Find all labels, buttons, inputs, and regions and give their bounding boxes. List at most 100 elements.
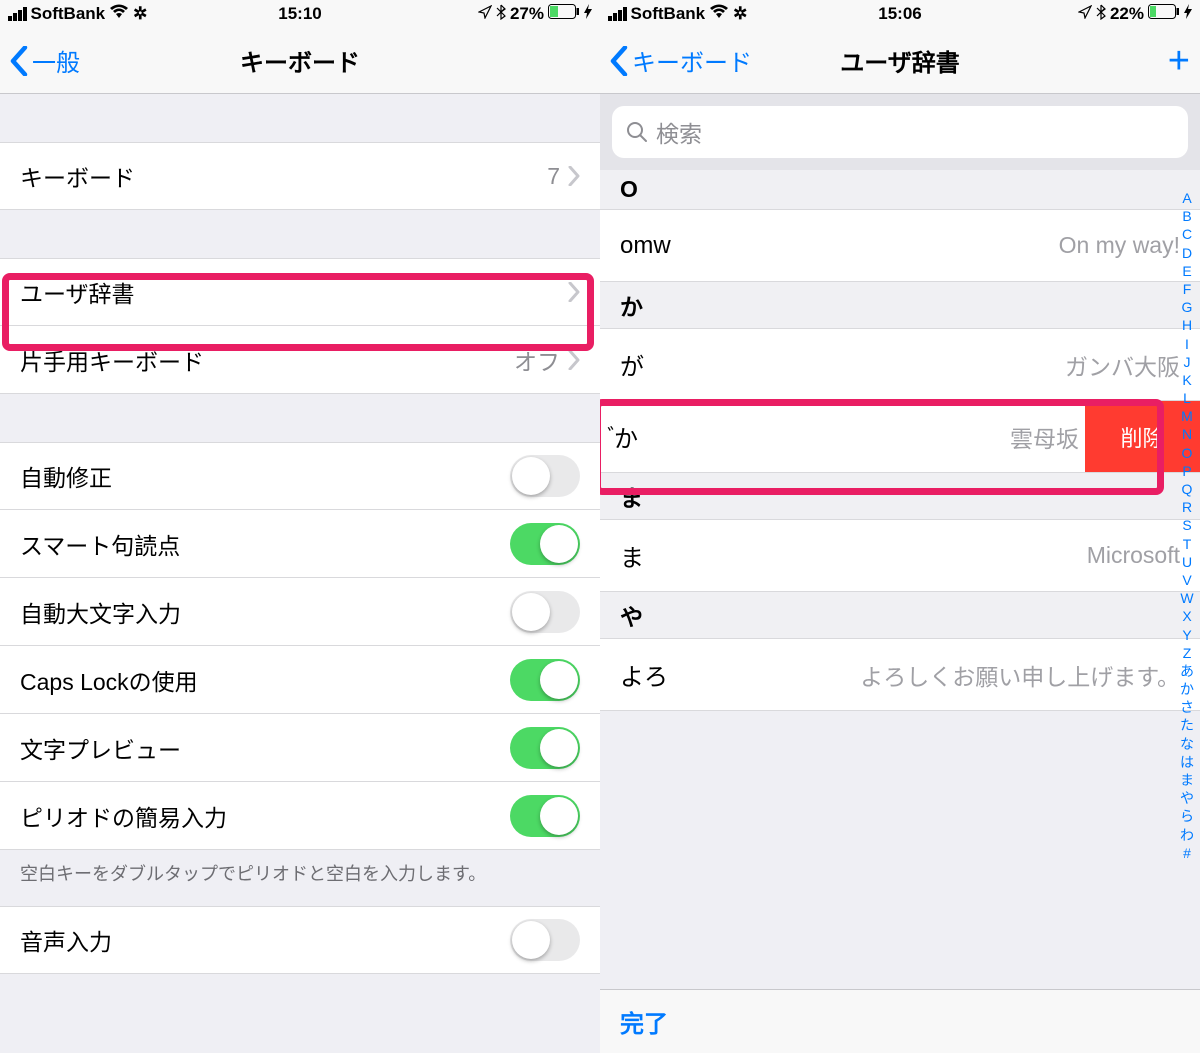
index-letter[interactable]: ら bbox=[1180, 807, 1194, 825]
index-letter[interactable]: I bbox=[1185, 335, 1189, 353]
back-button[interactable]: 一般 bbox=[10, 43, 80, 78]
index-letter[interactable]: あ bbox=[1180, 662, 1194, 680]
chevron-right-icon bbox=[568, 166, 580, 186]
index-letter[interactable]: わ bbox=[1180, 826, 1194, 844]
toggle-auto-correct[interactable] bbox=[510, 455, 580, 497]
index-letter[interactable]: O bbox=[1182, 444, 1193, 462]
section-footer: 空白キーをダブルタップでピリオドと空白を入力します。 bbox=[0, 850, 600, 896]
toggle-caps-lock[interactable] bbox=[510, 659, 580, 701]
signal-icon bbox=[608, 7, 627, 21]
index-letter[interactable]: S bbox=[1182, 516, 1191, 534]
loading-icon: ✲ bbox=[133, 4, 147, 24]
index-letter[interactable]: J bbox=[1184, 353, 1191, 371]
row-label: 片手用キーボード bbox=[20, 343, 514, 377]
index-letter[interactable]: K bbox=[1182, 371, 1191, 389]
row-auto-correct[interactable]: 自動修正 bbox=[0, 442, 600, 510]
index-letter[interactable]: V bbox=[1182, 571, 1191, 589]
carrier-label: SoftBank bbox=[31, 4, 106, 24]
done-button[interactable]: 完了 bbox=[620, 1004, 668, 1039]
index-letter[interactable]: D bbox=[1182, 244, 1192, 262]
battery-percent: 27% bbox=[510, 4, 544, 24]
index-letter[interactable]: T bbox=[1183, 535, 1192, 553]
index-letter[interactable]: Q bbox=[1182, 480, 1193, 498]
row-label: 自動修正 bbox=[20, 459, 510, 493]
bottom-toolbar: 完了 bbox=[600, 989, 1200, 1053]
wifi-icon bbox=[709, 4, 729, 24]
index-letter[interactable]: E bbox=[1182, 262, 1191, 280]
index-letter[interactable]: G bbox=[1182, 298, 1193, 316]
right-screen: SoftBank ✲ 15:06 22% キーボード bbox=[600, 0, 1200, 1053]
entry-row[interactable]: omw On my way! bbox=[600, 210, 1200, 282]
row-one-handed[interactable]: 片手用キーボード オフ bbox=[0, 326, 600, 394]
entry-shortcut: が bbox=[620, 347, 1065, 382]
row-period-shortcut[interactable]: ピリオドの簡易入力 bbox=[0, 782, 600, 850]
index-letter[interactable]: H bbox=[1182, 316, 1192, 334]
bluetooth-icon bbox=[496, 4, 506, 25]
index-letter[interactable]: は bbox=[1180, 753, 1194, 771]
search-input[interactable]: 検索 bbox=[612, 106, 1188, 158]
index-letter[interactable]: や bbox=[1180, 789, 1194, 807]
index-letter[interactable]: Z bbox=[1183, 644, 1192, 662]
index-letter[interactable]: さ bbox=[1180, 698, 1194, 716]
row-label: Caps Lockの使用 bbox=[20, 663, 510, 697]
index-letter[interactable]: B bbox=[1182, 207, 1191, 225]
row-detail: オフ bbox=[514, 343, 560, 377]
index-letter[interactable]: W bbox=[1180, 589, 1193, 607]
toggle-auto-caps[interactable] bbox=[510, 591, 580, 633]
search-icon bbox=[626, 121, 648, 143]
entry-row[interactable]: よろ よろしくお願い申し上げます。 bbox=[600, 639, 1200, 711]
row-voice-input[interactable]: 音声入力 bbox=[0, 906, 600, 974]
row-label: スマート句読点 bbox=[20, 527, 510, 561]
add-button[interactable]: + bbox=[1168, 42, 1190, 80]
index-letter[interactable]: N bbox=[1182, 425, 1192, 443]
index-letter[interactable]: か bbox=[1180, 680, 1194, 698]
battery-percent: 22% bbox=[1110, 4, 1144, 24]
index-letter[interactable]: Y bbox=[1182, 626, 1191, 644]
left-screen: SoftBank ✲ 15:10 27% 一般 bbox=[0, 0, 600, 1053]
index-letter[interactable]: # bbox=[1183, 844, 1191, 862]
row-keyboard[interactable]: キーボード 7 bbox=[0, 142, 600, 210]
search-placeholder: 検索 bbox=[656, 115, 702, 149]
entry-row-swiped[interactable]: ゙か 雲母坂 削除 bbox=[600, 401, 1200, 473]
row-char-preview[interactable]: 文字プレビュー bbox=[0, 714, 600, 782]
index-letter[interactable]: た bbox=[1180, 716, 1194, 734]
index-letter[interactable]: な bbox=[1180, 735, 1194, 753]
index-letter[interactable]: L bbox=[1183, 389, 1191, 407]
section-header-ka: か bbox=[600, 282, 1200, 329]
index-letter[interactable]: R bbox=[1182, 498, 1192, 516]
index-letter[interactable]: P bbox=[1182, 462, 1191, 480]
index-letter[interactable]: X bbox=[1182, 607, 1191, 625]
toggle-smart-punctuation[interactable] bbox=[510, 523, 580, 565]
charging-icon bbox=[584, 4, 592, 24]
entry-row[interactable]: が ガンバ大阪 bbox=[600, 329, 1200, 401]
row-label: 音声入力 bbox=[20, 923, 510, 957]
row-detail: 7 bbox=[547, 163, 560, 190]
index-letter[interactable]: F bbox=[1183, 280, 1192, 298]
charging-icon bbox=[1184, 4, 1192, 24]
entry-phrase: よろしくお願い申し上げます。 bbox=[860, 658, 1180, 692]
index-letter[interactable]: ま bbox=[1180, 771, 1194, 789]
toggle-char-preview[interactable] bbox=[510, 727, 580, 769]
entry-phrase: ガンバ大阪 bbox=[1065, 348, 1180, 382]
back-button[interactable]: キーボード bbox=[610, 43, 752, 78]
index-letter[interactable]: C bbox=[1182, 225, 1192, 243]
index-letter[interactable]: A bbox=[1182, 189, 1191, 207]
toggle-period-shortcut[interactable] bbox=[510, 795, 580, 837]
entry-shortcut: ゙か bbox=[614, 419, 1010, 454]
entry-row[interactable]: ま Microsoft bbox=[600, 520, 1200, 592]
row-auto-caps[interactable]: 自動大文字入力 bbox=[0, 578, 600, 646]
battery-icon bbox=[548, 4, 580, 24]
index-letter[interactable]: M bbox=[1181, 407, 1193, 425]
wifi-icon bbox=[109, 4, 129, 24]
nav-bar: キーボード ユーザ辞書 + bbox=[600, 28, 1200, 94]
section-index[interactable]: ABCDEFGHIJKLMNOPQRSTUVWXYZあかさたなはまやらわ# bbox=[1176, 189, 1198, 862]
status-time: 15:06 bbox=[878, 4, 921, 24]
status-time: 15:10 bbox=[278, 4, 321, 24]
page-title: キーボード bbox=[240, 43, 360, 78]
row-smart-punctuation[interactable]: スマート句読点 bbox=[0, 510, 600, 578]
index-letter[interactable]: U bbox=[1182, 553, 1192, 571]
row-user-dictionary[interactable]: ユーザ辞書 bbox=[0, 258, 600, 326]
section-header-o: O bbox=[600, 170, 1200, 210]
row-caps-lock[interactable]: Caps Lockの使用 bbox=[0, 646, 600, 714]
toggle-voice-input[interactable] bbox=[510, 919, 580, 961]
